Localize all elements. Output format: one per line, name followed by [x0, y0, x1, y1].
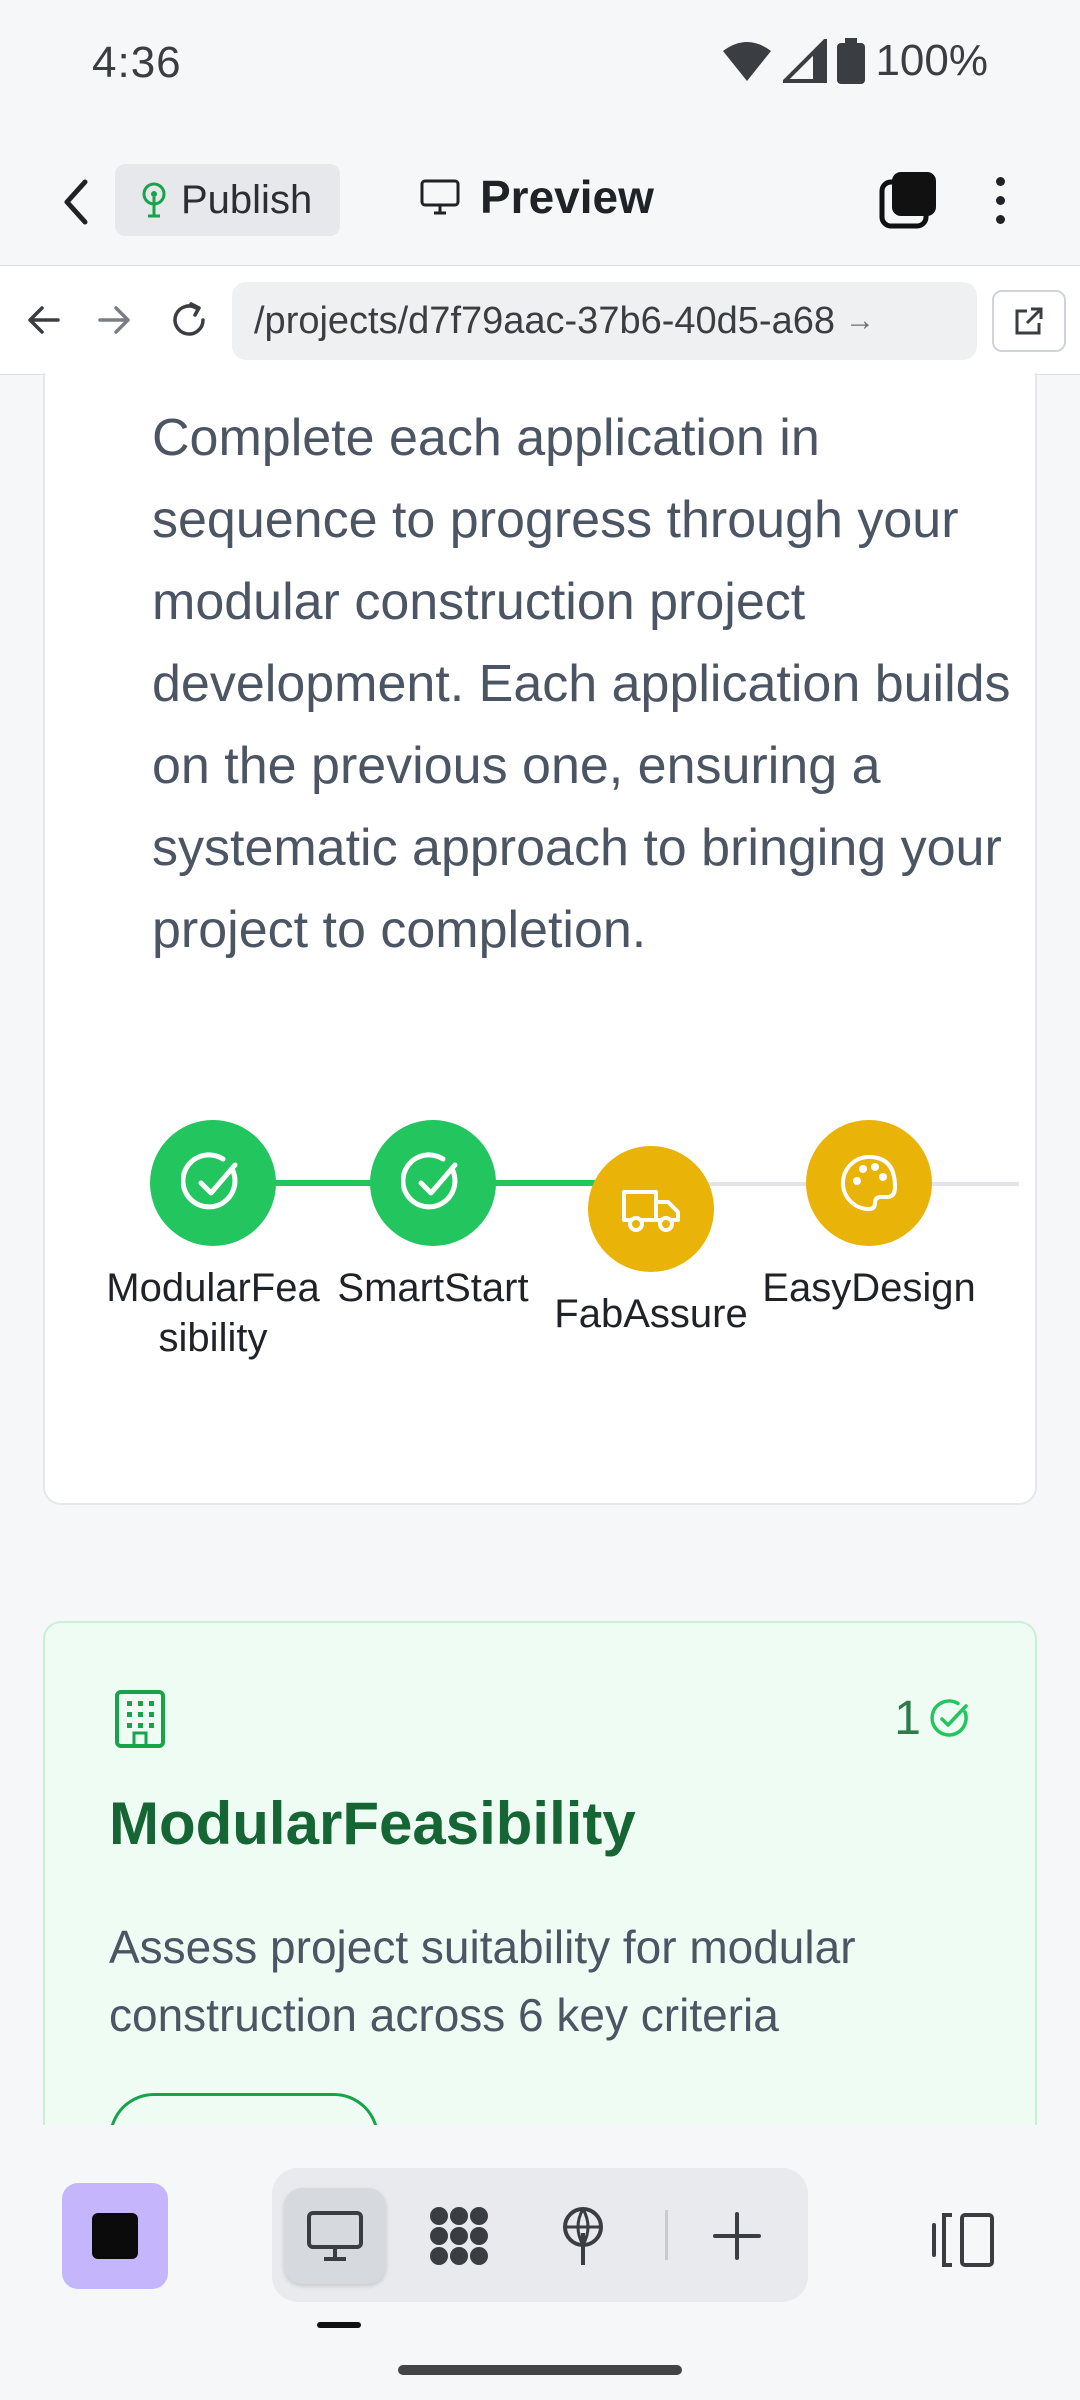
external-link-icon	[1015, 307, 1043, 335]
active-tab-indicator	[317, 2322, 361, 2328]
intro-text: Complete each application in sequence to…	[152, 409, 1011, 959]
publish-tab-button[interactable]	[532, 2188, 634, 2284]
reload-button[interactable]	[164, 292, 214, 348]
monitor-icon	[307, 2211, 363, 2261]
step-easydesign[interactable]	[806, 1120, 932, 1246]
application-title: ModularFeasibility	[109, 1790, 636, 1857]
step-label: EasyDesign	[762, 1266, 976, 1310]
browser-bar: /projects/d7f79aac-37b6-40d5-a68 →	[0, 265, 1080, 375]
building-icon	[115, 1690, 165, 1748]
add-button[interactable]	[686, 2188, 788, 2284]
broadcast-icon	[142, 182, 166, 218]
battery-icon	[837, 38, 866, 84]
signal-icon	[783, 39, 828, 83]
back-button[interactable]	[48, 172, 104, 232]
stop-icon	[92, 2213, 138, 2259]
preview-title: Preview	[420, 170, 654, 224]
arrow-right-icon	[98, 306, 130, 334]
view-switcher	[272, 2168, 808, 2302]
side-panel-button[interactable]	[930, 2205, 1000, 2275]
url-text: /projects/d7f79aac-37b6-40d5-a68	[254, 299, 835, 342]
palette-icon	[841, 1155, 897, 1211]
application-action-button[interactable]	[109, 2093, 379, 2125]
tabs-button[interactable]	[878, 170, 938, 230]
arrow-left-icon	[28, 306, 60, 334]
chevron-left-icon	[64, 179, 88, 225]
apps-grid-button[interactable]	[408, 2188, 510, 2284]
side-panel-icon	[932, 2213, 994, 2267]
plus-icon	[713, 2212, 761, 2260]
check-circle-icon	[930, 1698, 968, 1737]
stop-button[interactable]	[62, 2183, 168, 2289]
step-modularfeasibility[interactable]	[150, 1120, 276, 1246]
intro-card: Complete each application in sequence to…	[43, 373, 1037, 1505]
more-menu-button[interactable]	[975, 170, 1025, 230]
apps-grid-icon	[430, 2207, 488, 2265]
bottom-toolbar	[0, 2125, 1080, 2400]
application-description: Assess project suitability for modular c…	[109, 1921, 856, 2041]
home-indicator[interactable]	[398, 2365, 682, 2375]
desktop-view-button[interactable]	[284, 2188, 386, 2284]
broadcast-icon	[563, 2207, 603, 2265]
step-label: FabAssure	[554, 1292, 748, 1336]
open-external-button[interactable]	[992, 290, 1066, 352]
check-circle-icon	[181, 1152, 238, 1210]
publish-label: Publish	[181, 177, 313, 222]
status-icons: 100%	[721, 36, 988, 86]
application-card[interactable]: 1 ModularFeasibility Assess project suit…	[43, 1621, 1037, 2125]
wifi-icon	[723, 42, 772, 81]
step-smartstart[interactable]	[370, 1120, 496, 1246]
browser-back-button[interactable]	[18, 292, 68, 348]
browser-forward-button[interactable]	[90, 292, 140, 348]
go-arrow-icon: →	[844, 304, 875, 337]
truck-icon	[622, 1190, 680, 1232]
clock: 4:36	[92, 38, 182, 87]
step-fabassure[interactable]	[588, 1146, 714, 1272]
divider	[665, 2210, 668, 2260]
page-content[interactable]: Complete each application in sequence to…	[0, 373, 1080, 2125]
step-label: ModularFeasibility	[106, 1266, 320, 1360]
url-field[interactable]: /projects/d7f79aac-37b6-40d5-a68 →	[232, 282, 977, 360]
step-number-badge: 1	[894, 1691, 971, 1746]
tabs-icon	[879, 172, 936, 229]
check-circle-icon	[401, 1152, 458, 1210]
app-header: Publish Preview	[0, 140, 1080, 265]
preview-label: Preview	[480, 171, 654, 223]
step-label: SmartStart	[337, 1266, 529, 1310]
step-number: 1	[894, 1692, 921, 1745]
status-bar: 4:36 100%	[0, 0, 1080, 130]
publish-button[interactable]: Publish	[115, 164, 340, 236]
battery-percent: 100%	[875, 36, 988, 85]
monitor-icon	[420, 179, 460, 215]
reload-icon	[173, 302, 205, 336]
